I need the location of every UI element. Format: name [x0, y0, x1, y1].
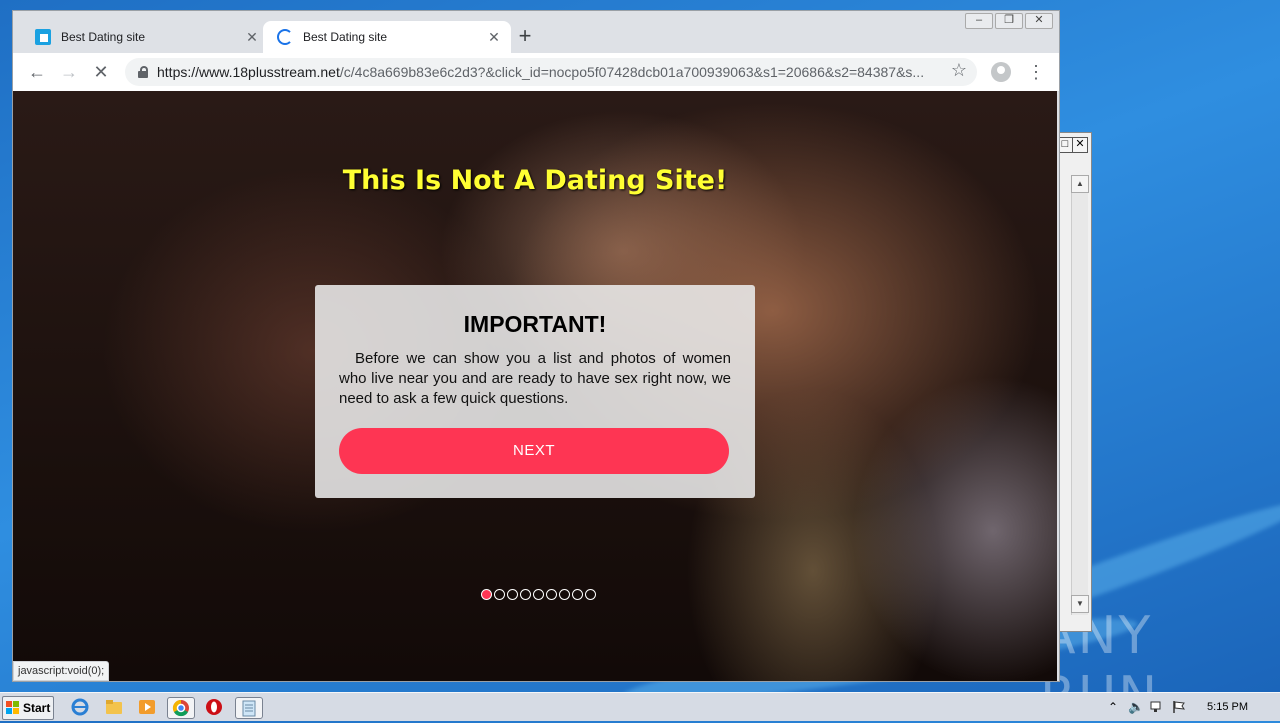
- show-hidden-icons-icon[interactable]: ⌃: [1108, 700, 1122, 714]
- stop-loading-icon[interactable]: ✕: [89, 60, 113, 84]
- internet-explorer-icon[interactable]: [70, 697, 90, 717]
- step-indicator: [481, 589, 596, 600]
- step-dot: [546, 589, 557, 600]
- step-dot: [481, 589, 492, 600]
- step-dot: [507, 589, 518, 600]
- clock: 5:15 PM: [1207, 701, 1248, 713]
- browser-window: – ❐ ✕ Best Dating site ✕ Best Dating sit…: [12, 10, 1060, 682]
- step-dot: [559, 589, 570, 600]
- new-tab-button[interactable]: +: [513, 25, 537, 49]
- start-label: Start: [23, 701, 51, 715]
- modal-title: IMPORTANT!: [463, 311, 607, 337]
- url-host: https://www.18plusstream.net: [157, 64, 340, 80]
- tab-close-icon[interactable]: ✕: [485, 28, 503, 46]
- forward-arrow-icon[interactable]: →: [57, 60, 81, 84]
- action-center-flag-icon[interactable]: [1172, 700, 1186, 714]
- page-content: This Is Not A Dating Site! IMPORTANT! Be…: [13, 91, 1057, 681]
- scroll-up-arrow-icon[interactable]: ▲: [1071, 175, 1089, 193]
- url-path: /c/4c8a669b83e6c2d3?&click_id=nocpo5f074…: [339, 64, 925, 80]
- browser-menu-icon[interactable]: ⋮: [1027, 60, 1045, 84]
- scroll-down-arrow-icon[interactable]: ▼: [1071, 595, 1089, 613]
- next-button[interactable]: NEXT: [339, 428, 729, 474]
- opera-icon[interactable]: [204, 697, 224, 717]
- tab-title: Best Dating site: [61, 30, 146, 44]
- status-bar: javascript:void(0);: [13, 661, 110, 681]
- windows-logo-icon: [6, 701, 19, 714]
- media-player-icon[interactable]: [137, 697, 157, 717]
- step-dot: [572, 589, 583, 600]
- system-tray: ⌃ 🔈 5:15 PM: [1100, 693, 1280, 721]
- network-icon[interactable]: [1150, 700, 1164, 714]
- chrome-icon[interactable]: [167, 697, 195, 719]
- tab-close-icon[interactable]: ✕: [243, 28, 261, 46]
- page-headline: This Is Not A Dating Site!: [342, 165, 728, 196]
- file-explorer-icon[interactable]: [104, 697, 124, 717]
- tab-best-dating-site-1[interactable]: Best Dating site ✕: [21, 21, 269, 53]
- site-favicon-icon: [35, 29, 51, 45]
- browser-toolbar: ← → ✕ https://www.18plusstream.net/c/4c8…: [13, 53, 1059, 92]
- lock-icon[interactable]: [137, 66, 149, 78]
- start-button[interactable]: Start: [2, 696, 54, 720]
- step-dot: [520, 589, 531, 600]
- back-arrow-icon[interactable]: ←: [25, 60, 49, 84]
- taskbar: Start ⌃ 🔈 5:15 PM: [0, 692, 1280, 721]
- background-window: □ ✕ ▲ ▼: [1057, 132, 1092, 632]
- step-dot: [494, 589, 505, 600]
- scrollbar[interactable]: [1071, 175, 1088, 615]
- address-bar[interactable]: https://www.18plusstream.net/c/4c8a669b8…: [125, 58, 977, 86]
- tab-strip: Best Dating site ✕ Best Dating site ✕ +: [13, 19, 1059, 53]
- tab-best-dating-site-2[interactable]: Best Dating site ✕: [263, 21, 511, 53]
- modal-body: Before we can show you a list and photos…: [339, 350, 731, 407]
- close-icon[interactable]: ✕: [1072, 137, 1088, 153]
- bookmark-star-icon[interactable]: ☆: [951, 60, 967, 81]
- tab-title: Best Dating site: [303, 30, 388, 44]
- profile-avatar-icon[interactable]: [991, 62, 1011, 82]
- important-modal: IMPORTANT! Before we can show you a list…: [315, 285, 755, 498]
- step-dot: [585, 589, 596, 600]
- notepad-icon[interactable]: [235, 697, 263, 719]
- loading-spinner-icon: [277, 29, 293, 45]
- volume-icon[interactable]: 🔈: [1128, 700, 1144, 714]
- step-dot: [533, 589, 544, 600]
